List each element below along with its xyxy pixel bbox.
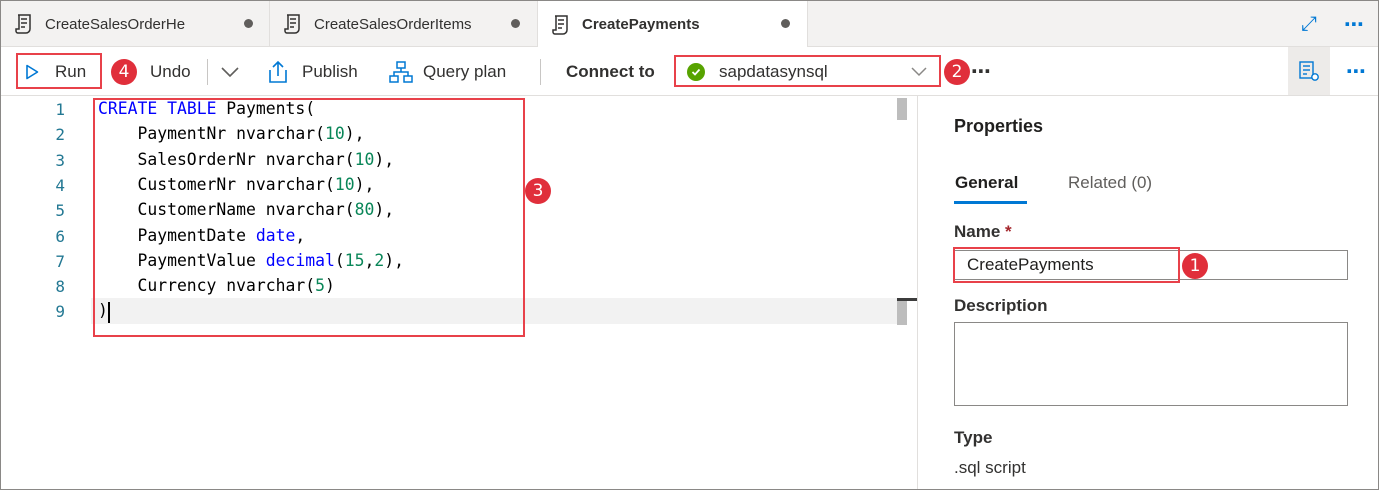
properties-icon — [1299, 61, 1319, 81]
cursor-position-marker — [897, 298, 917, 325]
undo-label: Undo — [150, 61, 191, 81]
publish-button[interactable]: Publish — [265, 47, 358, 96]
type-label: Type — [954, 428, 993, 447]
properties-toggle-button[interactable] — [1288, 47, 1330, 95]
required-mark: * — [1005, 222, 1012, 241]
type-value: .sql script — [954, 458, 1026, 477]
script-icon — [15, 14, 31, 34]
chevron-down-icon — [221, 66, 239, 77]
unsaved-dot-icon — [244, 19, 253, 28]
tab-create-sales-order-items[interactable]: CreateSalesOrderItems — [270, 1, 538, 47]
line-number: 5 — [55, 201, 65, 221]
line-number: 1 — [55, 100, 65, 119]
line-number: 3 — [55, 150, 65, 170]
separator — [540, 59, 541, 85]
code-highlight — [93, 98, 525, 337]
name-highlight — [953, 247, 1180, 283]
query-plan-label: Query plan — [423, 61, 507, 81]
line-number: 7 — [55, 251, 65, 271]
line-number: 2 — [55, 125, 65, 145]
script-icon — [552, 14, 568, 35]
query-plan-icon — [389, 60, 413, 83]
line-number: 8 — [55, 277, 65, 297]
toolbar-more-icon[interactable]: ⋯ — [971, 47, 991, 96]
step-badge-3: 3 — [525, 178, 551, 204]
name-label-text: Name — [954, 222, 1001, 241]
publish-icon — [269, 60, 287, 83]
tab-label: CreatePayments — [582, 16, 700, 33]
undo-button[interactable]: Undo — [150, 47, 191, 96]
scrollbar-thumb[interactable] — [897, 98, 907, 120]
connection-highlight — [674, 55, 941, 87]
description-textarea[interactable] — [954, 322, 1348, 406]
step-badge-1: 1 — [1182, 253, 1208, 279]
tab-create-sales-order-header[interactable]: CreateSalesOrderHe — [1, 1, 270, 47]
active-tab-indicator — [954, 201, 1027, 204]
step-badge-4: 4 — [111, 59, 137, 85]
line-number: 4 — [55, 175, 65, 195]
code-editor[interactable]: 123456789 CREATE TABLE Payments( Payment… — [1, 96, 918, 489]
line-number: 6 — [55, 226, 65, 246]
tab-strip: CreateSalesOrderHe CreateSalesOrderItems… — [1, 1, 1378, 48]
undo-dropdown-button[interactable] — [220, 47, 240, 96]
properties-panel: Properties General Related (0) Name * Cr… — [918, 96, 1378, 489]
separator — [207, 59, 208, 85]
editor-scrollbar[interactable] — [897, 96, 907, 489]
unsaved-dot-icon — [511, 19, 520, 28]
tab-create-payments[interactable]: CreatePayments — [538, 1, 808, 48]
tab-more-icon[interactable]: ⋯ — [1344, 1, 1364, 47]
line-number: 9 — [55, 302, 65, 322]
panel-more-icon[interactable]: ⋯ — [1346, 47, 1366, 96]
tab-general[interactable]: General — [955, 173, 1018, 193]
unsaved-dot-icon — [781, 19, 790, 28]
publish-label: Publish — [302, 61, 358, 81]
tab-related[interactable]: Related (0) — [1068, 173, 1152, 193]
tab-label: CreateSalesOrderHe — [45, 15, 186, 33]
properties-title: Properties — [954, 116, 1044, 136]
run-highlight — [16, 53, 102, 89]
name-label: Name * — [954, 222, 1012, 242]
query-plan-button[interactable]: Query plan — [389, 47, 506, 96]
app-window: CreateSalesOrderHe CreateSalesOrderItems… — [0, 0, 1379, 490]
description-label: Description — [954, 296, 1048, 315]
expand-icon[interactable]: ⤢ — [1301, 1, 1317, 47]
step-badge-2: 2 — [944, 59, 970, 85]
script-icon — [284, 14, 300, 34]
toolbar: Run 4 Undo Publish Query plan Connect to… — [1, 47, 1378, 96]
tab-label: CreateSalesOrderItems — [314, 15, 472, 33]
connect-to-label: Connect to — [566, 61, 655, 81]
